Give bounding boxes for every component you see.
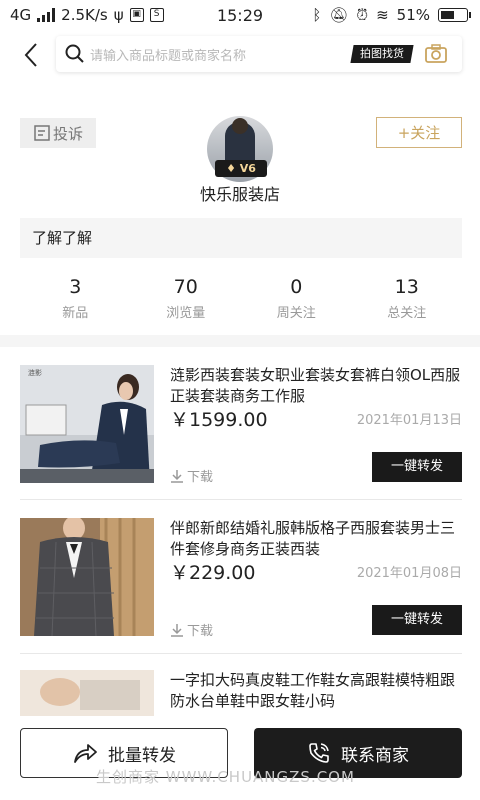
search-bar[interactable]: 请输入商品标题或商家名称 拍图找货 — [56, 36, 462, 72]
product-title[interactable]: 伴郎新郎结婚礼服韩版格子西服套装男士三件套修身商务正装西装 — [170, 518, 462, 560]
product-price: ￥229.00 — [170, 562, 256, 584]
alarm-icon: ⏰︎ — [356, 6, 369, 24]
search-input[interactable]: 请输入商品标题或商家名称 — [90, 45, 246, 64]
product-image[interactable]: 涟影 — [20, 365, 154, 483]
bluetooth-icon: ᛒ — [312, 6, 322, 24]
wifi-icon: ≋ — [376, 6, 389, 24]
status-bar: 4G 2.5K/s ψ ▣ S 15:29 ᛒ 🔕︎ ⏰︎ ≋ 51% — [0, 0, 480, 32]
product-image[interactable] — [20, 670, 154, 716]
download-button[interactable]: 下载 — [170, 620, 213, 639]
complain-icon — [34, 125, 50, 141]
section-divider — [0, 335, 480, 347]
one-click-share-button[interactable]: 一键转发 — [372, 452, 462, 482]
download-button[interactable]: 下载 — [170, 466, 213, 485]
photo-search-button[interactable]: 拍图找货 — [350, 45, 414, 63]
level-badge: ♦ V6 — [215, 160, 267, 177]
store-name: 快乐服装店 — [199, 185, 280, 204]
complain-label: 投诉 — [52, 124, 83, 143]
product-title[interactable]: 涟影西装套装女职业套装女套裤白领OL西服正装套装商务工作服 — [170, 365, 462, 407]
back-button[interactable] — [18, 40, 48, 70]
bottom-action-bar: 批量转发 联系商家 — [0, 716, 480, 800]
download-icon — [171, 469, 183, 483]
store-stats: 3 新品 70 浏览量 0 周关注 13 总关注 — [20, 276, 462, 322]
search-icon — [65, 44, 84, 63]
divider — [20, 653, 462, 654]
stat-new-products: 3 新品 — [62, 276, 89, 321]
product-card[interactable]: 伴郎新郎结婚礼服韩版格子西服套装男士三件套修身商务正装西装 ￥229.00 20… — [20, 518, 462, 639]
chevron-left-icon — [24, 43, 37, 67]
product-card[interactable]: 涟影 涟影西装套装女职业套装女套裤白领OL西服正装套装商务工作服 ￥1599.0… — [20, 365, 462, 485]
battery-icon — [438, 8, 471, 22]
battery-percent: 51% — [396, 6, 430, 24]
product-date: 2021年01月13日 — [356, 413, 462, 428]
stat-weekly-follows: 0 周关注 — [276, 276, 316, 321]
share-arrow-icon — [74, 744, 97, 763]
divider — [20, 499, 462, 500]
one-click-share-button[interactable]: 一键转发 — [372, 605, 462, 635]
product-photo-suit-woman: 涟影 — [20, 365, 154, 483]
follow-button[interactable]: +关注 — [376, 117, 462, 148]
watermark: 生创商家 WWW.CHUANGZS.COM — [96, 768, 355, 786]
product-card[interactable]: 一字扣大码真皮鞋工作鞋女高跟鞋模特粗跟防水台单鞋中跟女鞋小码 — [20, 670, 462, 716]
camera-icon[interactable] — [424, 43, 448, 65]
product-price: ￥1599.00 — [170, 409, 268, 431]
product-photo-shoes — [20, 670, 154, 716]
mute-icon: 🔕︎ — [329, 6, 349, 24]
download-icon — [171, 623, 183, 637]
complain-button[interactable]: 投诉 — [20, 118, 96, 148]
product-photo-suit-man — [20, 518, 154, 636]
svg-text:涟影: 涟影 — [28, 368, 42, 377]
product-image[interactable] — [20, 518, 154, 636]
product-title[interactable]: 一字扣大码真皮鞋工作鞋女高跟鞋模特粗跟防水台单鞋中跟女鞋小码 — [170, 670, 462, 712]
stat-views: 70 浏览量 — [166, 276, 206, 321]
phone-icon — [309, 743, 329, 763]
stat-total-follows: 13 总关注 — [387, 276, 427, 321]
store-description: 了解了解 — [20, 218, 462, 258]
product-date: 2021年01月08日 — [356, 566, 462, 581]
